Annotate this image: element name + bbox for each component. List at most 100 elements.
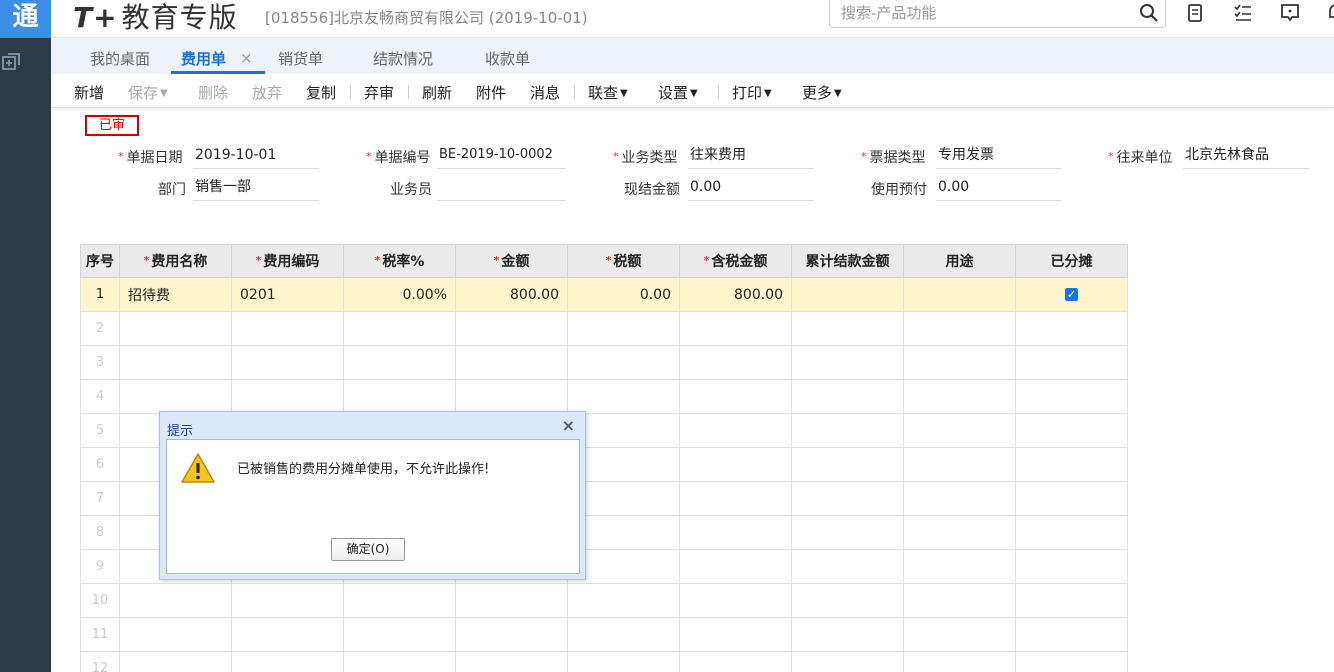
print-button[interactable]: 打印 ▼ [732,82,772,103]
table-cell[interactable] [791,447,904,482]
table-cell[interactable] [679,515,792,550]
table-cell[interactable] [343,379,456,414]
column-header-allocated[interactable]: 已分摊 [1015,244,1128,278]
table-cell[interactable] [1015,311,1128,346]
table-cell[interactable] [679,311,792,346]
table-cell[interactable] [231,379,344,414]
table-cell[interactable] [455,651,568,672]
table-cell[interactable] [455,617,568,652]
table-cell[interactable] [567,379,680,414]
table-cell[interactable] [791,651,904,672]
column-header-usage[interactable]: 用途 [903,244,1016,278]
dept-field[interactable]: 销售一部 [193,177,319,201]
table-row[interactable]: 4 [80,379,1128,414]
table-cell[interactable] [119,311,232,346]
clerk-field[interactable] [437,177,566,201]
table-cell[interactable] [343,583,456,618]
refresh-button[interactable]: 刷新 [422,82,452,103]
cash-field[interactable]: 0.00 [688,177,814,201]
cell-rate[interactable]: 0.00% [343,277,456,312]
table-row[interactable]: 3 [80,345,1128,380]
cell-name[interactable]: 招待费 [119,277,232,312]
column-header-rate[interactable]: * 税率% [343,244,456,278]
table-cell[interactable] [903,651,1016,672]
table-cell[interactable] [1015,651,1128,672]
table-cell[interactable] [791,549,904,584]
table-cell[interactable] [903,311,1016,346]
app-logo[interactable]: 通 [0,0,51,38]
table-cell[interactable] [231,617,344,652]
table-cell[interactable] [343,345,456,380]
table-row[interactable]: 12 [80,651,1128,672]
invtype-field[interactable]: 专用发票 [936,145,1061,169]
table-cell[interactable] [1015,549,1128,584]
table-cell[interactable] [231,583,344,618]
column-header-amount[interactable]: * 金额 [455,244,568,278]
prepay-field[interactable]: 0.00 [936,177,1061,201]
search-icon[interactable] [1139,3,1159,23]
table-cell[interactable] [119,379,232,414]
table-cell[interactable] [343,311,456,346]
dialog-close-icon[interactable]: × [562,416,575,435]
table-cell[interactable] [119,651,232,672]
partner-field[interactable]: 北京先林食品 [1183,145,1309,169]
tab-desktop[interactable]: 我的桌面 [90,48,150,69]
table-cell[interactable] [679,617,792,652]
close-icon[interactable]: × [240,49,253,67]
column-header-code[interactable]: * 费用编码 [231,244,344,278]
table-cell[interactable] [455,379,568,414]
table-cell[interactable] [1015,345,1128,380]
table-cell[interactable] [231,651,344,672]
message-icon[interactable] [1279,2,1301,24]
table-cell[interactable] [1015,617,1128,652]
table-cell[interactable] [119,583,232,618]
table-cell[interactable] [791,617,904,652]
table-cell[interactable] [791,311,904,346]
message-button[interactable]: 消息 [530,82,560,103]
task-list-icon[interactable] [1232,2,1254,24]
table-cell[interactable] [343,651,456,672]
table-row[interactable]: 1 招待费 0201 0.00% 800.00 0.00 800.00 ✓ [80,277,1128,312]
ok-button[interactable]: 确定(O) [331,538,405,561]
table-cell[interactable] [791,379,904,414]
table-cell[interactable] [903,617,1016,652]
date-field[interactable]: 2019-10-01 [193,145,319,169]
table-cell[interactable] [567,583,680,618]
table-cell[interactable] [903,345,1016,380]
table-row[interactable]: 10 [80,583,1128,618]
column-header-total[interactable]: * 含税金额 [679,244,792,278]
table-cell[interactable] [679,481,792,516]
table-cell[interactable] [903,549,1016,584]
table-cell[interactable] [679,345,792,380]
table-cell[interactable] [791,583,904,618]
table-cell[interactable] [679,447,792,482]
table-cell[interactable] [455,311,568,346]
column-header-tax[interactable]: * 税额 [567,244,680,278]
table-cell[interactable] [119,617,232,652]
delete-button[interactable]: 删除 [198,82,228,103]
table-cell[interactable] [679,379,792,414]
discard-button[interactable]: 放弃 [252,82,282,103]
table-cell[interactable] [1015,447,1128,482]
table-cell[interactable] [567,617,680,652]
unapprove-button[interactable]: 弃审 [364,82,394,103]
cell-total[interactable]: 800.00 [679,277,792,312]
table-cell[interactable] [1015,379,1128,414]
tab-expense-bill[interactable]: 费用单 [181,48,226,69]
table-cell[interactable] [1015,413,1128,448]
bell-icon[interactable] [1325,2,1334,24]
allocated-checkbox[interactable]: ✓ [1065,288,1078,301]
table-cell[interactable] [231,311,344,346]
table-cell[interactable] [455,345,568,380]
table-cell[interactable] [567,311,680,346]
save-button[interactable]: 保存 ▼ [128,82,168,103]
table-cell[interactable] [791,345,904,380]
add-window-icon[interactable] [2,53,20,71]
table-cell[interactable] [679,413,792,448]
cell-usage[interactable] [903,277,1016,312]
table-cell[interactable] [455,583,568,618]
table-cell[interactable] [343,617,456,652]
table-cell[interactable] [903,379,1016,414]
attachment-button[interactable]: 附件 [476,82,506,103]
table-cell[interactable] [903,447,1016,482]
